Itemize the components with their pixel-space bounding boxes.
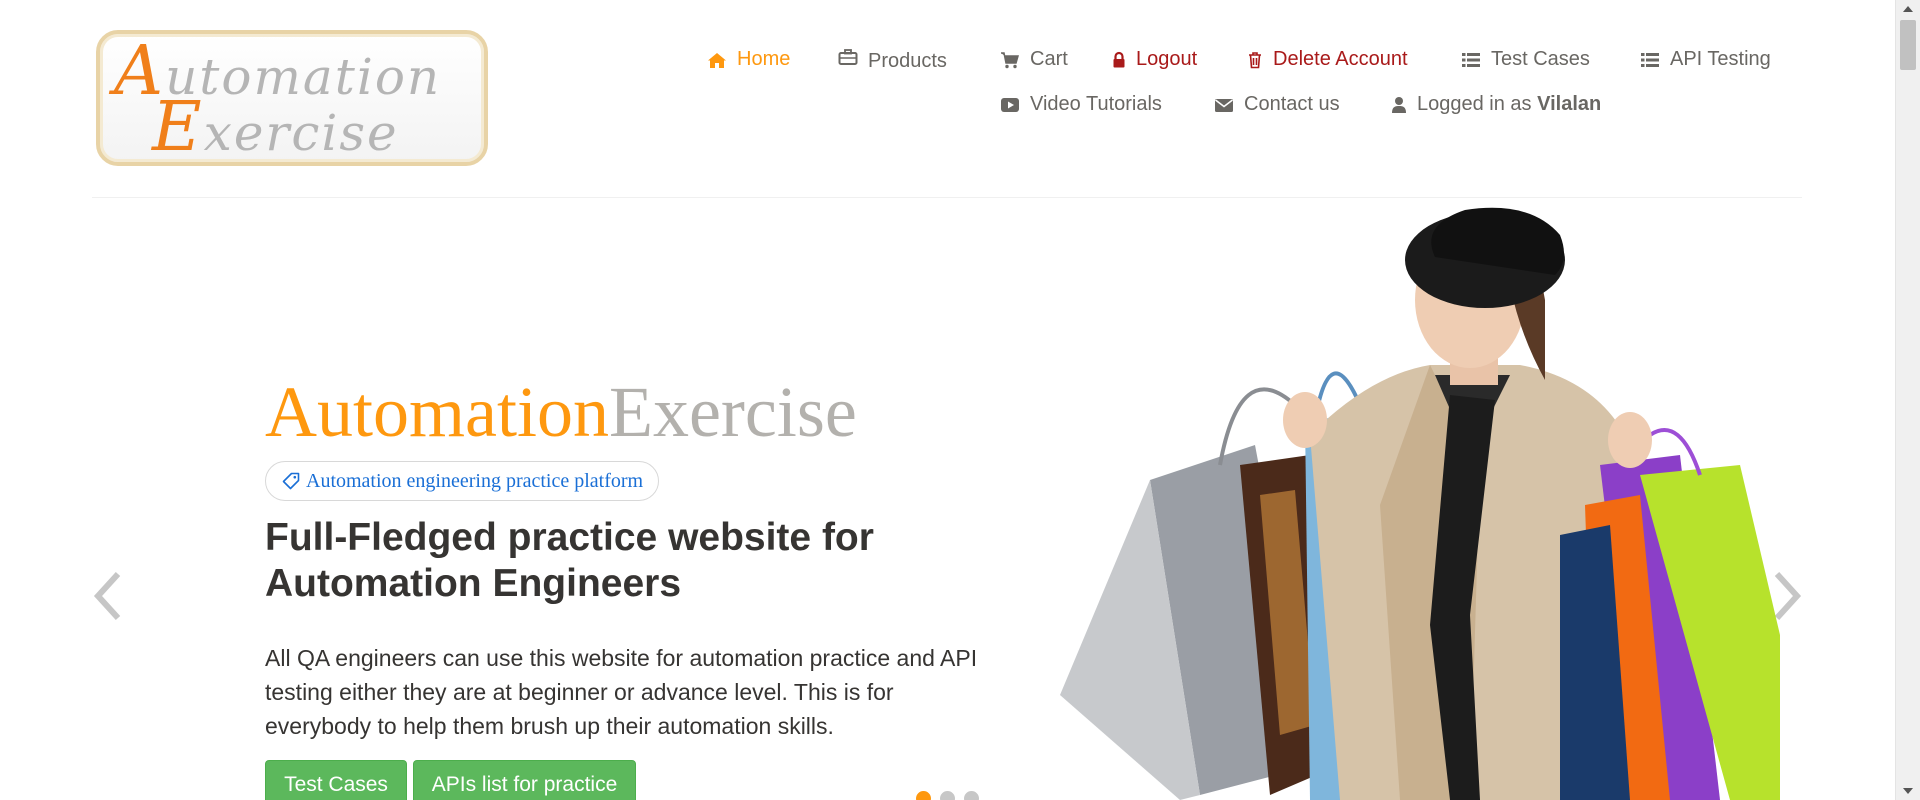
user-icon [1391, 96, 1407, 114]
apis-list-button[interactable]: APIs list for practice [413, 760, 636, 800]
lock-icon [1112, 51, 1126, 69]
cart-icon [1000, 51, 1020, 69]
trash-icon [1247, 51, 1263, 69]
carousel-dot-3[interactable] [964, 791, 979, 800]
briefcase-icon [838, 48, 858, 66]
nav-logout[interactable]: Logout [1112, 48, 1197, 71]
tag-icon [282, 472, 300, 490]
hero-shopping-girl-image [1040, 205, 1780, 800]
logged-in-text: Logged in as Vilalan [1417, 93, 1601, 116]
logo-line-2: Exercise [152, 88, 399, 166]
test-cases-button[interactable]: Test Cases [265, 760, 407, 800]
scrollbar-thumb[interactable] [1900, 20, 1916, 70]
nav-test-cases[interactable]: Test Cases [1461, 48, 1590, 71]
site-logo[interactable]: Automation Exercise [96, 30, 488, 166]
envelope-icon [1214, 96, 1234, 114]
nav-cart-label: Cart [1030, 48, 1068, 70]
slider-tag-badge: Automation engineering practice platform [265, 461, 660, 501]
logo-cap-e: E [152, 88, 204, 166]
scroll-up-arrow[interactable] [1896, 0, 1920, 18]
nav-delete-account-label: Delete Account [1273, 48, 1408, 70]
carousel-prev[interactable] [90, 566, 130, 626]
logo-text-2: xercise [203, 104, 399, 162]
nav-products[interactable]: Products [838, 48, 947, 72]
scroll-down-arrow[interactable] [1896, 782, 1920, 800]
nav-video-tutorials[interactable]: Video Tutorials [1000, 93, 1162, 116]
page-scrollbar[interactable] [1895, 0, 1920, 800]
logged-in-prefix: Logged in as [1417, 93, 1532, 115]
nav-video-tutorials-label: Video Tutorials [1030, 93, 1162, 115]
carousel-dot-2[interactable] [940, 791, 955, 800]
brand-part-2: Exercise [608, 372, 857, 452]
carousel-indicators [916, 791, 979, 800]
slider-brand-title: AutomationExercise [265, 370, 857, 454]
nav-products-label: Products [868, 50, 947, 72]
nav-cart[interactable]: Cart [1000, 48, 1068, 71]
nav-logout-label: Logout [1136, 48, 1198, 70]
nav-home[interactable]: Home [707, 48, 790, 71]
nav-home-label: Home [737, 48, 791, 70]
slider-description: All QA engineers can use this website fo… [265, 645, 978, 739]
header-divider [92, 197, 1802, 198]
list-icon [1461, 51, 1481, 69]
brand-part-1: Automation [265, 372, 609, 452]
nav-contact-us[interactable]: Contact us [1214, 93, 1340, 116]
video-icon [1000, 96, 1020, 114]
nav-contact-us-label: Contact us [1244, 93, 1340, 115]
slider-tag-text: Automation engineering practice platform [306, 469, 644, 492]
nav-api-testing[interactable]: API Testing [1640, 48, 1771, 71]
nav-test-cases-label: Test Cases [1491, 48, 1590, 70]
carousel-dot-1[interactable] [916, 791, 931, 800]
logged-in-username: Vilalan [1537, 93, 1602, 115]
chevron-left-icon [90, 571, 130, 630]
list-icon [1640, 51, 1660, 69]
home-icon [707, 51, 727, 69]
nav-delete-account[interactable]: Delete Account [1247, 48, 1408, 71]
slider-headline: Full-Fledged practice website for Automa… [265, 516, 874, 605]
nav-logged-in-as[interactable]: Logged in as Vilalan [1391, 93, 1601, 116]
nav-api-testing-label: API Testing [1670, 48, 1771, 70]
